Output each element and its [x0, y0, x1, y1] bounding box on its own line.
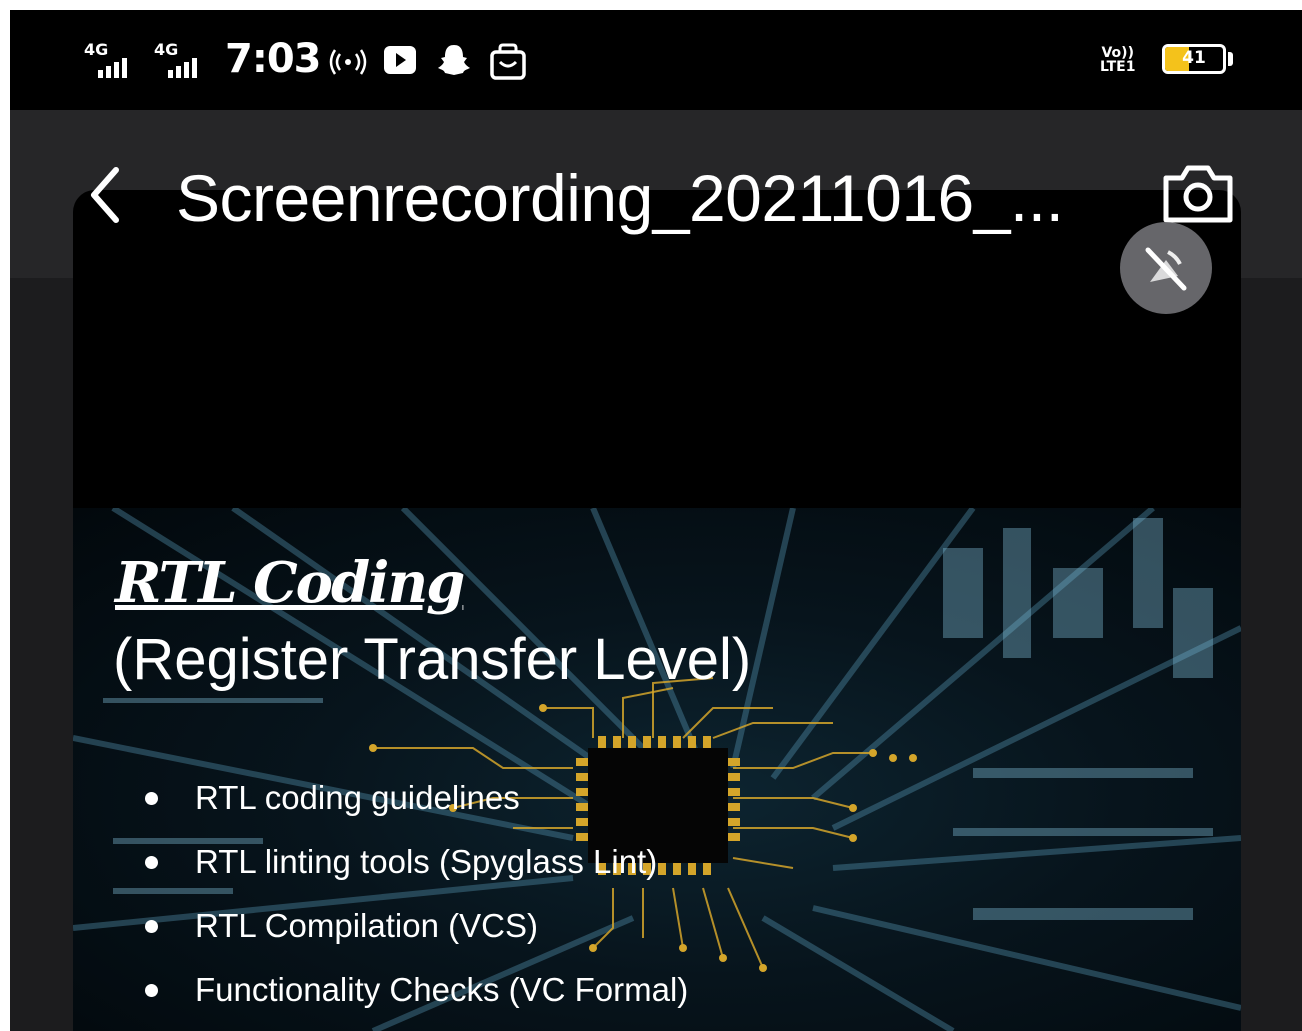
- bullet-text: RTL Compilation (VCS): [195, 907, 538, 944]
- chevron-left-icon[interactable]: [80, 160, 130, 230]
- battery-tip: [1228, 52, 1233, 66]
- status-bar: 4G 4G 7:03 Vo)) LTE1 41: [10, 10, 1302, 110]
- signal-1: 4G: [84, 40, 144, 80]
- mute-icon: [1145, 247, 1187, 291]
- bullet-text: Functionality Checks (VC Formal): [195, 971, 689, 1008]
- bullet-icon: [145, 920, 158, 933]
- network-type-1: 4G: [84, 40, 109, 59]
- bullet-icon: [145, 856, 158, 869]
- bullet-text: RTL linting tools (Spyglass Lint): [195, 843, 658, 880]
- presentation-slide: RTL Coding (Register Transfer Level) RTL…: [73, 508, 1241, 1031]
- bullet-text: RTL coding guidelines: [195, 779, 520, 816]
- volte-top: Vo)): [1101, 45, 1134, 61]
- network-type-2: 4G: [154, 40, 179, 59]
- signal-bars-icon: [98, 58, 130, 78]
- bullet-list: RTL coding guidelines RTL linting tools …: [143, 778, 688, 1031]
- camera-icon[interactable]: [1160, 160, 1236, 226]
- battery-level: 41: [1182, 48, 1206, 68]
- bullet-icon: [145, 984, 158, 997]
- mute-button[interactable]: [1120, 222, 1212, 314]
- slide-subtitle: (Register Transfer Level): [113, 627, 752, 692]
- battery-icon: 41: [1162, 44, 1226, 74]
- volte-indicator: Vo)) LTE1: [1100, 46, 1135, 74]
- snapchat-icon: [438, 45, 470, 75]
- youtube-icon: [384, 46, 416, 74]
- list-item: RTL linting tools (Spyglass Lint): [143, 842, 688, 906]
- volte-bottom: LTE1: [1100, 59, 1136, 75]
- video-player[interactable]: RTL Coding (Register Transfer Level) RTL…: [73, 190, 1241, 1031]
- bag-icon: [490, 43, 526, 80]
- file-title: Screenrecording_20211016_...: [176, 161, 1064, 235]
- phone-screen: 4G 4G 7:03 Vo)) LTE1 41 RTL Coding (Regi…: [10, 10, 1302, 1031]
- list-item: RTL Compilation (VCS): [143, 906, 688, 970]
- signal-bars-icon: [168, 58, 200, 78]
- signal-2: 4G: [154, 40, 214, 80]
- bullet-icon: [145, 792, 158, 805]
- list-item: RTL coding guidelines: [143, 778, 688, 842]
- list-item: Functionality Checks (VC Formal): [143, 970, 688, 1031]
- hotspot-icon: [329, 49, 367, 75]
- slide-title: RTL Coding: [115, 550, 465, 616]
- clock: 7:03: [225, 36, 321, 82]
